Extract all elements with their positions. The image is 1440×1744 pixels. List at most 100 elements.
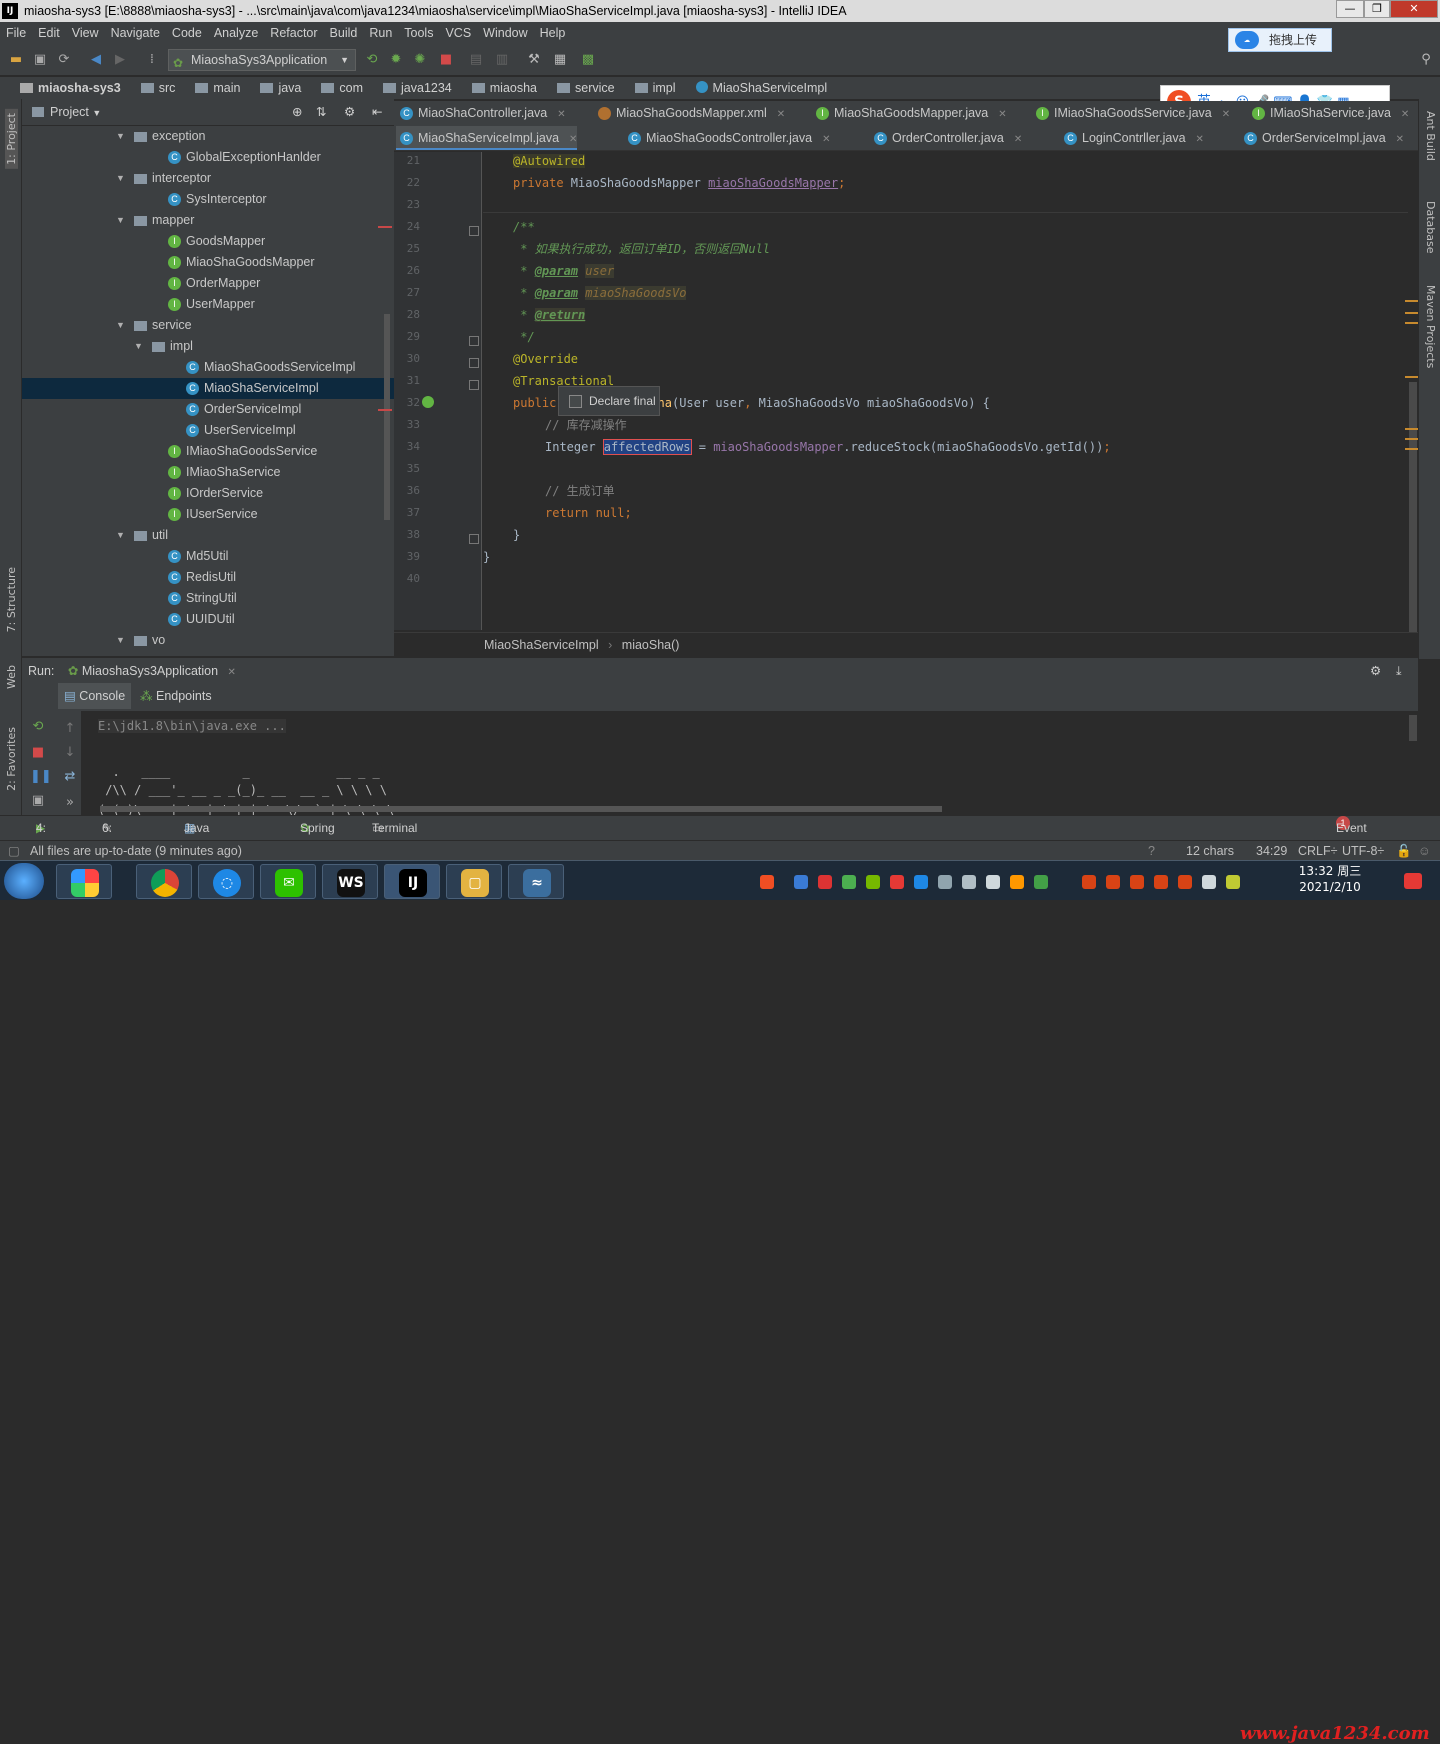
intention-popup[interactable]: Declare final xyxy=(558,386,660,416)
more-icon[interactable]: » xyxy=(62,795,78,811)
tree-item[interactable]: I IUserService xyxy=(22,504,394,525)
tray-app-icon[interactable] xyxy=(938,875,952,889)
fold-marker-icon[interactable] xyxy=(469,358,479,368)
console-horizontal-scrollbar[interactable] xyxy=(100,806,942,812)
close-tab-icon[interactable]: ✕ xyxy=(777,109,785,120)
tree-item[interactable]: C OrderServiceImpl xyxy=(22,399,394,420)
forward-icon[interactable]: ▶ xyxy=(112,52,128,68)
taskbar-clock[interactable]: 13:32 周三 2021/2/10 xyxy=(1290,863,1370,895)
tree-item[interactable]: ▼ mapper xyxy=(22,210,394,231)
tree-item[interactable]: C UUIDUtil xyxy=(22,609,394,630)
taskbar-app-browser[interactable]: ◌ xyxy=(198,864,254,899)
up-arrow-icon[interactable]: ↑ xyxy=(62,721,78,737)
console-scrollbar[interactable] xyxy=(1408,711,1418,815)
close-tab-icon[interactable]: ✕ xyxy=(998,109,1006,120)
endpoints-tab[interactable]: ⁂ Endpoints xyxy=(140,683,212,709)
tree-item[interactable]: C Md5Util xyxy=(22,546,394,567)
hide-panel-icon[interactable]: ⇤ xyxy=(372,99,382,125)
tree-item[interactable]: ▼ exception xyxy=(22,126,394,147)
menu-edit[interactable]: Edit xyxy=(32,22,66,44)
fold-marker-icon[interactable] xyxy=(469,336,479,346)
editor-tab[interactable]: C OrderServiceImpl.java ✕ xyxy=(1240,126,1404,150)
ant-build-tool-tab[interactable]: Ant Build xyxy=(1424,111,1437,161)
maven-tool-tab[interactable]: Maven Projects xyxy=(1424,285,1437,368)
menu-tools[interactable]: Tools xyxy=(398,22,439,44)
breadcrumb-item[interactable]: java1234 xyxy=(373,77,452,99)
tray-green-icon[interactable] xyxy=(1226,875,1240,889)
tree-item[interactable]: I IMiaoShaGoodsService xyxy=(22,441,394,462)
expand-toggle-icon[interactable]: ▼ xyxy=(116,210,125,231)
back-icon[interactable]: ◀ xyxy=(88,52,104,68)
save-icon[interactable]: ▣ xyxy=(32,52,48,68)
tray-bell-icon[interactable] xyxy=(986,875,1000,889)
tray-nvidia-icon[interactable] xyxy=(866,875,880,889)
caret-position[interactable]: 34:29 xyxy=(1256,841,1287,861)
tree-item[interactable]: ▼ util xyxy=(22,525,394,546)
tree-item[interactable]: I UserMapper xyxy=(22,294,394,315)
close-icon[interactable]: ✕ xyxy=(228,667,236,678)
menu-code[interactable]: Code xyxy=(166,22,208,44)
tray-display-icon[interactable] xyxy=(962,875,976,889)
breadcrumb-item[interactable]: impl xyxy=(625,77,676,99)
tree-item[interactable]: I IMiaoShaService xyxy=(22,462,394,483)
run-config-tab[interactable]: MiaoshaSys3Application xyxy=(82,664,218,678)
menu-vcs[interactable]: VCS xyxy=(439,22,477,44)
tree-item[interactable]: I OrderMapper xyxy=(22,273,394,294)
expand-toggle-icon[interactable]: ▼ xyxy=(116,630,125,651)
coverage-icon[interactable]: ✺ xyxy=(412,52,428,68)
help-icon[interactable]: ? xyxy=(1148,841,1155,861)
debug-icon[interactable]: ✹ xyxy=(388,52,404,68)
tree-item[interactable]: I IOrderService xyxy=(22,483,394,504)
project-structure-icon[interactable]: ▦ xyxy=(552,52,568,68)
menu-view[interactable]: View xyxy=(66,22,105,44)
lock-icon[interactable]: 🔓 xyxy=(1396,841,1412,861)
close-tab-icon[interactable]: ✕ xyxy=(1222,109,1230,120)
gear-icon[interactable]: ⚙ xyxy=(1370,658,1381,684)
tree-item[interactable]: C MiaoShaGoodsServiceImpl xyxy=(22,357,394,378)
breadcrumb-item[interactable]: miaosha xyxy=(462,77,537,99)
tray-qq-icon[interactable] xyxy=(1178,875,1192,889)
tray-red-icon[interactable] xyxy=(818,875,832,889)
editor-tab[interactable]: I MiaoShaGoodsMapper.java ✕ xyxy=(812,101,1007,126)
editor-tab[interactable]: C MiaoShaGoodsController.java ✕ xyxy=(624,126,830,150)
close-tab-icon[interactable]: ✕ xyxy=(557,109,565,120)
taskbar-app-intellij[interactable]: IJ xyxy=(384,864,440,899)
file-encoding[interactable]: UTF-8÷ xyxy=(1342,841,1384,861)
editor-tab[interactable]: C MiaoShaController.java ✕ xyxy=(396,101,566,126)
status-panel-icon[interactable]: ▢ xyxy=(8,841,20,861)
expand-toggle-icon[interactable]: ▼ xyxy=(116,525,125,546)
sdk-icon[interactable]: ▥ xyxy=(494,52,510,68)
close-tab-icon[interactable]: ✕ xyxy=(1396,134,1404,145)
breadcrumb-item[interactable]: MiaoShaServiceImpl xyxy=(686,77,827,99)
structure-icon[interactable]: ▤ xyxy=(468,52,484,68)
structure-tool-tab[interactable]: 7: Structure xyxy=(5,567,18,632)
favorites-tool-tab[interactable]: 2: Favorites xyxy=(5,727,18,791)
expand-toggle-icon[interactable]: ▼ xyxy=(134,336,143,357)
tree-item[interactable]: C StringUtil xyxy=(22,588,394,609)
breadcrumb-item[interactable]: main xyxy=(185,77,240,99)
taskbar-app-chrome[interactable] xyxy=(136,864,192,899)
editor-tab[interactable]: I IMiaoShaService.java ✕ xyxy=(1248,101,1409,126)
tray-qq-icon[interactable] xyxy=(1106,875,1120,889)
taskbar-app-mysql[interactable]: ≈ xyxy=(508,864,564,899)
tree-item[interactable]: C RedisUtil xyxy=(22,567,394,588)
tree-item[interactable]: ▼ vo xyxy=(22,630,394,651)
inspection-icon[interactable]: ☺ xyxy=(1418,841,1431,861)
close-tab-icon[interactable]: ✕ xyxy=(1196,134,1204,145)
fold-marker-icon[interactable] xyxy=(469,380,479,390)
tray-notification-icon[interactable] xyxy=(1404,873,1422,889)
editor-tab[interactable]: C OrderController.java ✕ xyxy=(870,126,1022,150)
editor-scrollbar[interactable] xyxy=(1408,152,1418,752)
implements-icon[interactable] xyxy=(422,396,434,408)
taskbar-app-wechat[interactable]: ✉ xyxy=(260,864,316,899)
close-tab-icon[interactable]: ✕ xyxy=(822,134,830,145)
expand-toggle-icon[interactable]: ▼ xyxy=(116,315,125,336)
editor-tab[interactable]: C LoginContrller.java ✕ xyxy=(1060,126,1204,150)
breadcrumb-item[interactable]: com xyxy=(311,77,363,99)
project-view-select[interactable]: Project xyxy=(50,105,89,119)
tree-item[interactable]: C GlobalExceptionHanlder xyxy=(22,147,394,168)
rerun-icon[interactable]: ⟲ xyxy=(30,719,46,735)
menu-file[interactable]: File xyxy=(0,22,32,44)
start-button[interactable] xyxy=(4,863,44,899)
tray-box-icon[interactable] xyxy=(794,875,808,889)
